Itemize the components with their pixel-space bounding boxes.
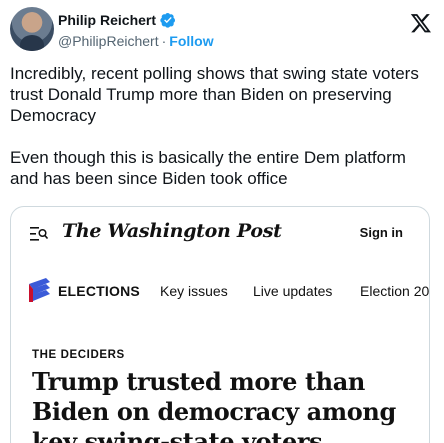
sign-in-button[interactable]: Sign in [360,225,403,240]
nav-item-live-updates[interactable]: Live updates [253,283,332,299]
x-logo-icon[interactable] [410,12,432,34]
separator-dot: · [161,33,167,49]
avatar[interactable] [10,7,54,51]
nav-item-election[interactable]: Election 20 [360,283,429,299]
nav-item-key-issues[interactable]: Key issues [160,283,228,299]
verified-badge-icon [160,13,176,28]
author-name[interactable]: Philip Reichert [58,12,156,28]
search-menu-icon[interactable] [30,227,48,241]
tweet-text: Incredibly, recent polling shows that sw… [10,64,419,188]
author-handle[interactable]: @PhilipReichert [58,33,159,49]
section-elections-label[interactable]: ELECTIONS [58,283,140,299]
tweet-header: Philip Reichert @PhilipReichert · Follow [10,7,434,51]
author-name-row[interactable]: Philip Reichert [58,12,176,28]
section-nav: ELECTIONS Key issues Live updates Electi… [11,273,429,307]
ballot-icon [29,278,50,302]
publication-logo[interactable]: The Washington Post [62,220,282,242]
follow-button[interactable]: Follow [169,33,213,49]
article-kicker: THE DECIDERS [32,349,125,361]
handle-row: @PhilipReichert · Follow [58,33,214,49]
wp-top-bar: The Washington Post Sign in [11,207,429,259]
article-headline[interactable]: Trump trusted more than Biden on democra… [32,367,427,443]
link-preview-card[interactable]: The Washington Post Sign in ELECTIONS Ke… [10,206,430,443]
